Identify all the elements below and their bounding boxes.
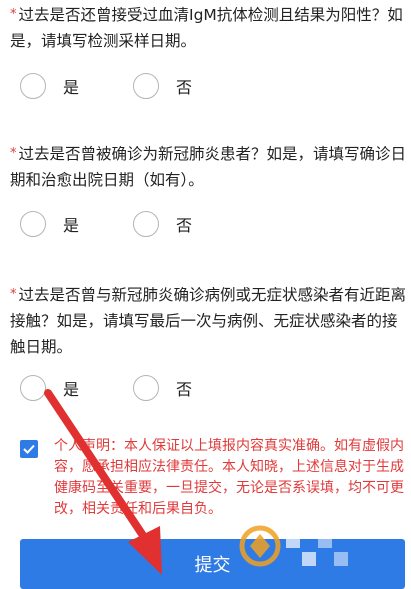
radio-icon[interactable] xyxy=(20,211,46,237)
check-icon xyxy=(23,444,35,454)
question-3-options: 是 否 xyxy=(20,373,246,403)
submit-label: 提交 xyxy=(194,555,231,576)
required-mark: * xyxy=(10,287,17,302)
question-2-text: 过去是否曾被确诊为新冠肺炎患者？如是，请填写确诊日期和治愈出院日期（如有）。 xyxy=(10,145,407,189)
required-mark: * xyxy=(10,7,17,22)
declaration-text: 个人声明：本人保证以上填报内容真实准确。如有虚假内容，愿承担相应法律责任。本人知… xyxy=(54,438,404,517)
radio-icon[interactable] xyxy=(133,375,160,401)
option-label: 是 xyxy=(63,380,80,399)
option-label: 否 xyxy=(176,216,193,235)
question-3-text: 过去是否曾与新冠肺炎确诊病例或无症状感染者有近距离接触？如是，请填写最后一次与病… xyxy=(10,286,407,356)
question-3-option-no[interactable]: 否 xyxy=(133,375,192,401)
required-mark: * xyxy=(10,146,17,161)
question-1-text: 过去是否还曾接受过血清IgM抗体检测且结果为阳性？如是，请填写检测采样日期。 xyxy=(10,6,403,50)
question-2-option-no[interactable]: 否 xyxy=(133,211,192,237)
submit-button[interactable]: 提交 xyxy=(20,539,405,589)
radio-icon[interactable] xyxy=(133,73,160,99)
question-2-option-yes[interactable]: 是 xyxy=(20,211,79,237)
question-1-option-no[interactable]: 否 xyxy=(133,73,192,99)
question-2: * 过去是否曾被确诊为新冠肺炎患者？如是，请填写确诊日期和治愈出院日期（如有）。 xyxy=(10,141,406,193)
option-label: 是 xyxy=(63,78,80,97)
question-3: * 过去是否曾与新冠肺炎确诊病例或无症状感染者有近距离接触？如是，请填写最后一次与… xyxy=(10,282,406,360)
question-1-option-yes[interactable]: 是 xyxy=(20,73,79,99)
question-2-options: 是 否 xyxy=(20,209,246,239)
radio-icon[interactable] xyxy=(20,73,46,99)
option-label: 否 xyxy=(176,380,193,399)
radio-icon[interactable] xyxy=(133,211,160,237)
option-label: 是 xyxy=(63,216,80,235)
question-1: * 过去是否还曾接受过血清IgM抗体检测且结果为阳性？如是，请填写检测采样日期。 xyxy=(10,2,406,54)
radio-icon[interactable] xyxy=(20,375,46,401)
declaration-checkbox[interactable] xyxy=(20,440,38,458)
option-label: 否 xyxy=(176,78,193,97)
question-1-options: 是 否 xyxy=(20,71,246,101)
personal-declaration: 个人声明：本人保证以上填报内容真实准确。如有虚假内容，愿承担相应法律责任。本人知… xyxy=(20,436,404,520)
question-3-option-yes[interactable]: 是 xyxy=(20,375,79,401)
